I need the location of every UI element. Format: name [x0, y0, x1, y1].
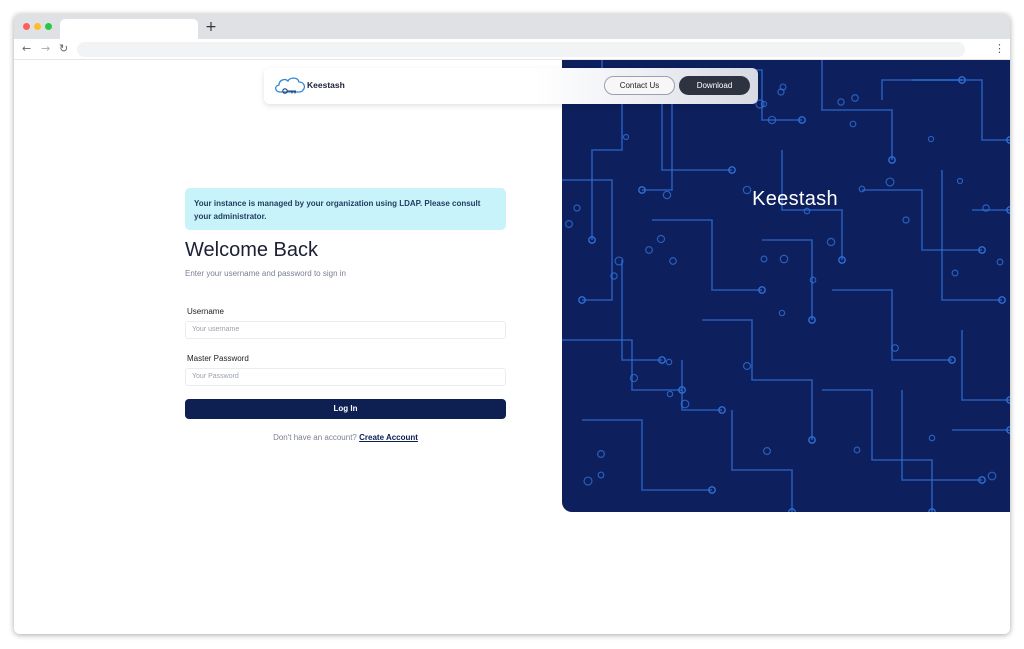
circuit-pad: [849, 120, 857, 128]
circuit-pad: [665, 358, 673, 366]
circuit-pad: [779, 254, 789, 264]
circuit-pad: [927, 135, 935, 143]
circuit-trace: [582, 419, 712, 491]
page-subtitle: Enter your username and password to sign…: [185, 269, 346, 278]
circuit-pad: [809, 276, 817, 284]
brand-name[interactable]: Keestash: [307, 80, 345, 90]
username-label: Username: [187, 307, 224, 316]
signup-prompt-text: Don't have an account?: [273, 433, 357, 442]
circuit-pad: [837, 98, 845, 106]
browser-toolbar: ← → ↻ ⋮: [14, 39, 1010, 60]
maximize-window-icon[interactable]: [45, 23, 52, 30]
username-input[interactable]: Your username: [185, 321, 506, 339]
circuit-pad: [669, 257, 677, 265]
circuit-pad: [656, 234, 666, 244]
top-navigation-bar: Keestash Contact Us Download: [264, 68, 758, 104]
circuit-pad: [645, 246, 653, 254]
new-tab-icon[interactable]: +: [204, 19, 218, 35]
password-label: Master Password: [187, 354, 249, 363]
create-account-link[interactable]: Create Account: [359, 433, 418, 442]
circuit-pad: [902, 216, 910, 224]
circuit-trace: [731, 410, 793, 512]
circuit-pad: [928, 434, 936, 442]
ldap-notice-alert: Your instance is managed by your organiz…: [185, 188, 506, 230]
circuit-board-graphic: [562, 60, 1010, 512]
circuit-pad: [597, 450, 605, 458]
circuit-pad: [760, 255, 768, 263]
contact-us-button[interactable]: Contact Us: [604, 76, 675, 95]
circuit-trace: [621, 260, 662, 361]
minimize-window-icon[interactable]: [34, 23, 41, 30]
address-bar[interactable]: [77, 42, 965, 57]
circuit-trace: [912, 79, 1010, 141]
reload-icon[interactable]: ↻: [59, 42, 68, 56]
circuit-pad: [763, 447, 771, 455]
circuit-pad: [742, 361, 752, 371]
browser-window: + ← → ↻ ⋮ Keestash Keestash Contact Us D…: [14, 14, 1010, 634]
circuit-trace: [702, 319, 813, 440]
circuit-pad: [622, 133, 630, 141]
back-arrow-icon[interactable]: ←: [22, 42, 31, 56]
close-window-icon[interactable]: [23, 23, 30, 30]
circuit-trace: [762, 239, 813, 320]
page-content: Keestash Keestash Contact Us Download Yo…: [14, 60, 1010, 634]
circuit-pad: [826, 237, 836, 247]
circuit-pad: [956, 177, 964, 185]
cloud-key-logo-icon[interactable]: [273, 75, 307, 97]
circuit-pad: [565, 220, 573, 228]
circuit-pad: [951, 269, 959, 277]
circuit-trace: [961, 330, 1010, 401]
browser-tab[interactable]: [60, 19, 198, 39]
forward-arrow-icon[interactable]: →: [41, 42, 50, 56]
circuit-trace: [901, 390, 982, 481]
page-title: Welcome Back: [185, 239, 319, 261]
circuit-pad: [853, 446, 861, 454]
browser-tab-strip: +: [14, 14, 1010, 39]
circuit-trace: [881, 79, 962, 100]
circuit-trace: [821, 60, 893, 160]
download-button[interactable]: Download: [679, 76, 750, 95]
circuit-trace: [572, 79, 623, 240]
hero-panel: Keestash: [562, 60, 1010, 512]
password-input[interactable]: Your Password: [185, 368, 506, 386]
circuit-pad: [885, 177, 895, 187]
circuit-pad: [987, 471, 997, 481]
login-button[interactable]: Log In: [185, 399, 506, 419]
circuit-trace: [822, 389, 933, 512]
circuit-pad: [778, 309, 786, 317]
circuit-pad: [583, 476, 593, 486]
browser-menu-icon[interactable]: ⋮: [994, 42, 1005, 55]
circuit-pad: [666, 390, 674, 398]
hero-title: Keestash: [752, 188, 838, 210]
circuit-pad: [851, 94, 859, 102]
signup-prompt: Don't have an account? Create Account: [185, 433, 506, 442]
circuit-pad: [597, 471, 605, 479]
circuit-pad: [996, 258, 1004, 266]
circuit-trace: [652, 219, 762, 291]
